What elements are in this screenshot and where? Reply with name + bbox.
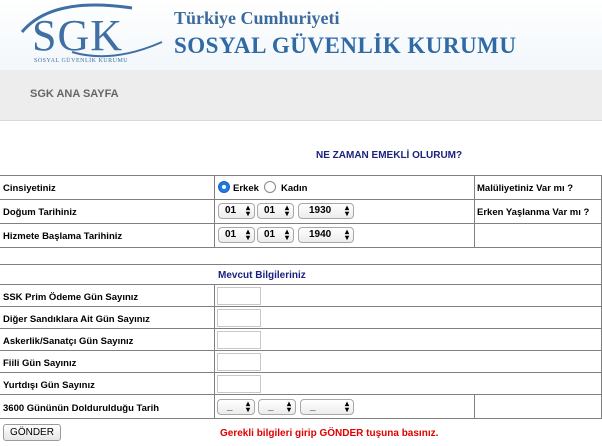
actual-days-label: Fiili Gün Sayınız xyxy=(3,358,77,369)
table-border xyxy=(0,372,602,373)
table-border xyxy=(474,175,475,247)
abroad-days-input[interactable] xyxy=(217,375,261,393)
birth-day-select[interactable]: 01 ▴ ▾ xyxy=(218,203,255,219)
select-arrows-icon: ▴ ▾ xyxy=(344,203,349,218)
logo-text: SGK xyxy=(32,11,124,60)
table-border xyxy=(214,175,215,247)
birth-month-select[interactable]: 01 ▴ ▾ xyxy=(257,203,294,219)
sgk-logo[interactable]: SGK SOSYAL GÜVENLİK KURUMU xyxy=(12,2,172,68)
table-border xyxy=(0,264,602,265)
table-border xyxy=(214,284,215,418)
disability-label[interactable]: Malüliyetiniz Var mı ? xyxy=(477,183,573,194)
other-funds-days-input[interactable] xyxy=(217,309,261,327)
home-link[interactable]: SGK ANA SAYFA xyxy=(30,88,119,100)
abroad-days-label: Yurtdışı Gün Sayınız xyxy=(3,380,95,391)
gender-male-radio[interactable] xyxy=(218,181,230,193)
completion-year-select[interactable]: _ ▴ ▾ xyxy=(300,399,354,415)
table-border xyxy=(474,394,475,418)
country-title: Türkiye Cumhuriyeti xyxy=(174,8,340,28)
start-day-select[interactable]: 01 ▴ ▾ xyxy=(218,227,255,243)
form-heading: NE ZAMAN EMEKLİ OLURUM? xyxy=(316,150,463,161)
select-arrows-icon: ▴ ▾ xyxy=(284,227,289,242)
birth-year-select[interactable]: 1930 ▴ ▾ xyxy=(298,203,354,219)
instruction-message: Gerekli bilgileri girip GÖNDER tuşuna ba… xyxy=(220,428,439,439)
early-aging-label[interactable]: Erken Yaşlanma Var mı ? xyxy=(477,207,589,218)
select-arrows-icon: ▴ ▾ xyxy=(344,227,349,242)
submit-button[interactable]: GÖNDER xyxy=(3,424,61,441)
actual-days-input[interactable] xyxy=(217,353,261,371)
gender-female-label[interactable]: Kadın xyxy=(281,183,307,194)
select-arrows-icon: ▴ ▾ xyxy=(286,399,291,414)
table-border xyxy=(0,223,602,224)
institution-title: SOSYAL GÜVENLİK KURUMU xyxy=(174,33,517,58)
nav-bar: SGK ANA SAYFA xyxy=(0,70,602,121)
start-date-label: Hizmete Başlama Tarihiniz xyxy=(3,231,123,242)
select-arrows-icon: ▴ ▾ xyxy=(245,399,250,414)
table-border xyxy=(0,306,602,307)
ssk-days-label: SSK Prim Ödeme Gün Sayınız xyxy=(3,292,139,303)
start-month-select[interactable]: 01 ▴ ▾ xyxy=(257,227,294,243)
page-header: SGK SOSYAL GÜVENLİK KURUMU Türkiye Cumhu… xyxy=(0,0,602,70)
table-border xyxy=(0,199,602,200)
birth-date-label: Doğum Tarihiniz xyxy=(3,207,77,218)
select-arrows-icon: ▴ ▾ xyxy=(284,203,289,218)
gender-male-label[interactable]: Erkek xyxy=(233,183,259,194)
select-arrows-icon: ▴ ▾ xyxy=(245,203,250,218)
completion-month-select[interactable]: _ ▴ ▾ xyxy=(258,399,296,415)
table-border xyxy=(0,350,602,351)
select-arrows-icon: ▴ ▾ xyxy=(344,399,349,414)
other-funds-days-label: Diğer Sandıklara Ait Gün Sayınız xyxy=(3,314,150,325)
start-year-select[interactable]: 1940 ▴ ▾ xyxy=(298,227,354,243)
completion-day-select[interactable]: _ ▴ ▾ xyxy=(217,399,255,415)
logo-subtext: SOSYAL GÜVENLİK KURUMU xyxy=(34,58,129,64)
table-border xyxy=(0,418,602,419)
table-border xyxy=(0,284,602,285)
table-border xyxy=(0,394,602,395)
select-arrows-icon: ▴ ▾ xyxy=(245,227,250,242)
table-border xyxy=(0,328,602,329)
table-border xyxy=(0,247,602,248)
military-days-input[interactable] xyxy=(217,331,261,349)
ssk-days-input[interactable] xyxy=(217,287,261,305)
completion-date-label: 3600 Gününün Doldurulduğu Tarih xyxy=(3,403,160,414)
table-border xyxy=(0,175,602,176)
current-info-title: Mevcut Bilgileriniz xyxy=(218,270,306,281)
gender-female-radio[interactable] xyxy=(264,181,276,193)
gender-label: Cinsiyetiniz xyxy=(3,183,56,194)
military-days-label: Askerlik/Sanatçı Gün Sayınız xyxy=(3,336,134,347)
